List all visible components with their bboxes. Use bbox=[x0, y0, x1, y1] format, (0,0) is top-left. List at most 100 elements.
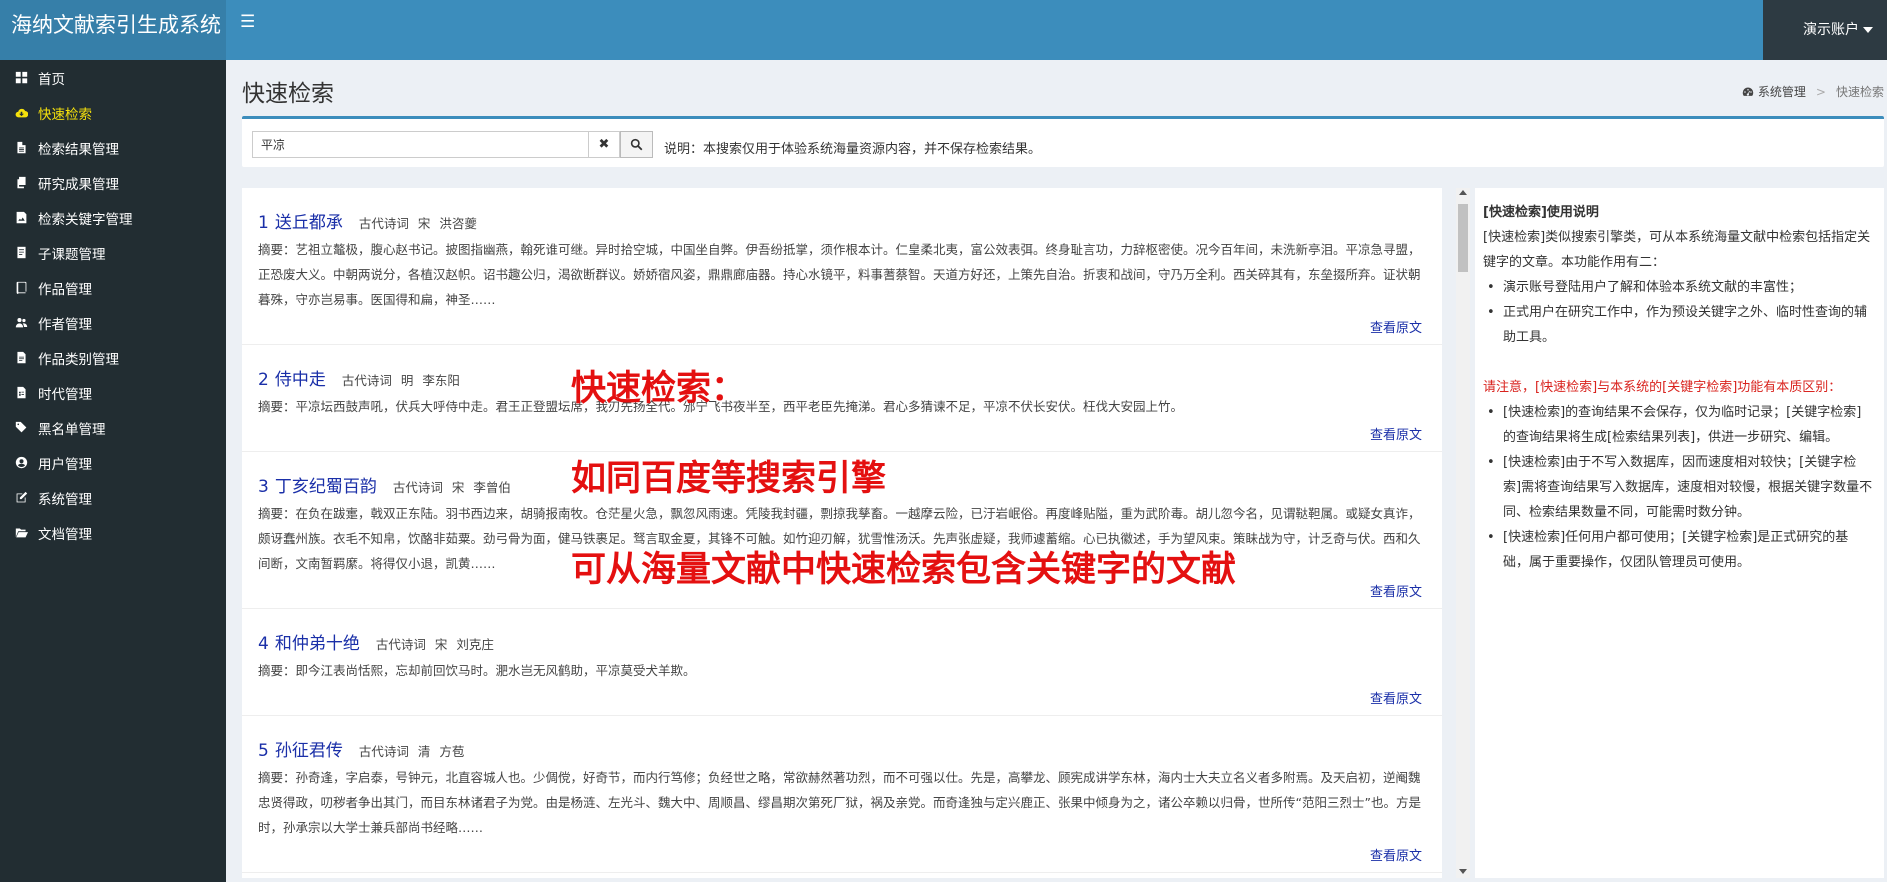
scroll-down-icon[interactable] bbox=[1459, 869, 1467, 874]
result-abstract: 摘要：即今江表尚恬熙，忘却前回饮马时。淝水岂无风鹤助，平凉莫受犬羊欺。 bbox=[258, 663, 696, 678]
result-header: 5 孙征君传 古代诗词清方苞 bbox=[258, 736, 1424, 761]
sidebar-item-11[interactable]: 用户管理 bbox=[0, 445, 226, 480]
results-scrollbar[interactable] bbox=[1456, 188, 1470, 878]
breadcrumb-system[interactable]: 系统管理 bbox=[1758, 83, 1806, 100]
view-original-link[interactable]: 查看原文 bbox=[258, 312, 1424, 344]
result-author: 李东阳 bbox=[422, 373, 460, 388]
folder-open-icon bbox=[14, 526, 28, 540]
result-title[interactable]: 和仲弟十绝 bbox=[275, 629, 360, 654]
result-title[interactable]: 孙征君传 bbox=[275, 736, 343, 761]
result-item: 4 和仲弟十绝 古代诗词宋刘克庄 摘要：即今江表尚恬熙，忘却前回饮马时。淝水岂无风鹤助… bbox=[242, 609, 1442, 716]
tags-icon bbox=[14, 421, 28, 435]
overlay-caption-3: 可从海量文献中快速检索包含关键字的文献 bbox=[571, 549, 1237, 590]
result-abstract: 摘要：平凉坛西鼓声吼，伏兵大呼侍中走。君王正登盟坛席，我刃先扬全代。邠宁飞书夜半… bbox=[258, 399, 1184, 414]
breadcrumb: 系统管理 > 快速检索 bbox=[1742, 83, 1884, 100]
top-navbar: 海纳文献索引生成系统 ☰ 演示账户 bbox=[0, 0, 1887, 60]
result-dynasty: 明 bbox=[400, 373, 414, 388]
view-original-link[interactable]: 查看原文 bbox=[258, 419, 1424, 451]
result-author: 方苞 bbox=[439, 744, 465, 759]
help-title: [快速检索]使用说明 bbox=[1483, 205, 1599, 220]
help-differences-list: [快速检索]的查询结果不会保存，仅为临时记录；[关键字检索]的查询结果将生成[检… bbox=[1483, 400, 1874, 575]
overlay-caption-1: 快速检索： bbox=[571, 368, 747, 409]
result-item: 1 送丘都承 古代诗词宋洪咨夔 摘要：艺祖立鼇极，腹心赵书记。披图指幽燕，翰死谁可继。… bbox=[242, 188, 1442, 345]
document-icon bbox=[14, 246, 28, 260]
copy-icon bbox=[14, 176, 28, 190]
file-text-icon bbox=[14, 351, 28, 365]
result-abstract: 摘要：孙奇逢，字启泰，号钟元，北直容城人也。少倜傥，好奇节，而内行笃修；负经世之… bbox=[258, 770, 1421, 835]
sidebar-item-label: 时代管理 bbox=[38, 386, 92, 403]
sidebar-item-6[interactable]: 作品管理 bbox=[0, 270, 226, 305]
sidebar-item-8[interactable]: 作品类别管理 bbox=[0, 340, 226, 375]
edit-icon bbox=[14, 491, 28, 505]
sidebar-item-7[interactable]: 作者管理 bbox=[0, 305, 226, 340]
file-icon bbox=[14, 141, 28, 155]
user-circle-icon bbox=[14, 456, 28, 470]
caret-down-icon bbox=[1863, 27, 1873, 33]
result-category: 古代诗词 bbox=[358, 744, 409, 759]
help-difference-item: [快速检索]由于不写入数据库，因而速度相对较快；[关键字检索]需将查询结果写入数… bbox=[1483, 450, 1874, 525]
result-item: 5 孙征君传 古代诗词清方苞 摘要：孙奇逢，字启泰，号钟元，北直容城人也。少倜傥，好奇… bbox=[242, 716, 1442, 873]
result-title[interactable]: 侍中走 bbox=[275, 365, 326, 390]
result-item: 6秋暮书怀古代诗词宋张舜民 bbox=[242, 873, 1442, 878]
sidebar-item-13[interactable]: 文档管理 bbox=[0, 515, 226, 550]
sidebar-item-label: 用户管理 bbox=[38, 456, 92, 473]
sidebar-item-label: 首页 bbox=[38, 71, 65, 88]
sidebar-item-4[interactable]: 检索关键字管理 bbox=[0, 200, 226, 235]
sidebar-toggle-icon[interactable]: ☰ bbox=[240, 12, 255, 32]
sidebar-item-1[interactable]: 快速检索 bbox=[0, 95, 226, 130]
image-file-icon bbox=[14, 211, 28, 225]
sidebar-item-5[interactable]: 子课题管理 bbox=[0, 235, 226, 270]
sidebar-item-label: 文档管理 bbox=[38, 526, 92, 543]
account-label: 演示账户 bbox=[1803, 22, 1859, 38]
sidebar-item-label: 系统管理 bbox=[38, 491, 92, 508]
result-header: 2 侍中走 古代诗词明李东阳 bbox=[258, 365, 1424, 390]
sidebar-item-label: 黑名单管理 bbox=[38, 421, 106, 438]
sidebar-item-label: 作品类别管理 bbox=[38, 351, 119, 368]
breadcrumb-separator: > bbox=[1815, 84, 1826, 99]
help-panel: [快速检索]使用说明 [快速检索]类似搜索引擎类，可从本系统海量文献中检索包括指… bbox=[1475, 188, 1884, 878]
sidebar-item-2[interactable]: 检索结果管理 bbox=[0, 130, 226, 165]
result-abstract: 摘要：艺祖立鼇极，腹心赵书记。披图指幽燕，翰死谁可继。异时拾空城，中国坐自弊。伊… bbox=[258, 242, 1421, 307]
view-original-link[interactable]: 查看原文 bbox=[258, 683, 1424, 715]
account-menu[interactable]: 演示账户 bbox=[1763, 0, 1887, 60]
scroll-up-icon[interactable] bbox=[1459, 190, 1467, 195]
users-icon bbox=[14, 316, 28, 330]
scroll-thumb[interactable] bbox=[1458, 204, 1468, 272]
app-logo[interactable]: 海纳文献索引生成系统 bbox=[0, 0, 226, 60]
search-input[interactable] bbox=[252, 131, 589, 158]
result-number: 4 bbox=[258, 634, 269, 654]
sidebar-item-10[interactable]: 黑名单管理 bbox=[0, 410, 226, 445]
view-original-link[interactable]: 查看原文 bbox=[258, 840, 1424, 872]
result-item: 2 侍中走 古代诗词明李东阳 摘要：平凉坛西鼓声吼，伏兵大呼侍中走。君王正登盟坛席，我… bbox=[242, 345, 1442, 452]
result-number: 2 bbox=[258, 370, 269, 390]
result-title[interactable]: 丁亥纪蜀百韵 bbox=[275, 472, 377, 497]
sidebar-item-12[interactable]: 系统管理 bbox=[0, 480, 226, 515]
result-number: 5 bbox=[258, 741, 269, 761]
dashboard-gauge-icon bbox=[1742, 86, 1754, 98]
result-dynasty: 宋 bbox=[434, 637, 448, 652]
sidebar-item-label: 快速检索 bbox=[38, 106, 92, 123]
result-author: 刘克庄 bbox=[456, 637, 494, 652]
sidebar-item-label: 作品管理 bbox=[38, 281, 92, 298]
result-header: 4 和仲弟十绝 古代诗词宋刘克庄 bbox=[258, 629, 1424, 654]
sidebar: 首页快速检索检索结果管理研究成果管理检索关键字管理 子课题管理作品管理作者管理作品… bbox=[0, 60, 226, 882]
result-dynasty: 宋 bbox=[417, 216, 431, 231]
result-category: 古代诗词 bbox=[358, 216, 409, 231]
result-category: 古代诗词 bbox=[392, 480, 443, 495]
dashboard-icon bbox=[14, 71, 28, 85]
sidebar-item-9[interactable]: 时代管理 bbox=[0, 375, 226, 410]
help-difference-item: [快速检索]任何用户都可使用；[关键字检索]是正式研究的基础，属于重要操作，仅团… bbox=[1483, 525, 1874, 575]
close-icon: ✖ bbox=[598, 137, 610, 152]
sidebar-item-label: 研究成果管理 bbox=[38, 176, 119, 193]
help-intro: [快速检索]类似搜索引擎类，可从本系统海量文献中检索包括指定关键字的文章。本功能… bbox=[1483, 230, 1871, 270]
breadcrumb-current: 快速检索 bbox=[1835, 85, 1884, 99]
sidebar-item-3[interactable]: 研究成果管理 bbox=[0, 165, 226, 200]
result-number: 1 bbox=[258, 213, 269, 233]
search-button[interactable] bbox=[620, 131, 653, 158]
sidebar-item-0[interactable]: 首页 bbox=[0, 60, 226, 95]
clear-button[interactable]: ✖ bbox=[589, 131, 620, 158]
help-difference-item: [快速检索]的查询结果不会保存，仅为临时记录；[关键字检索]的查询结果将生成[检… bbox=[1483, 400, 1874, 450]
help-uses-list: 演示账号登陆用户了解和体验本系统文献的丰富性； 正式用户在研究工作中，作为预设关… bbox=[1483, 275, 1874, 350]
sidebar-item-label: 作者管理 bbox=[38, 316, 92, 333]
result-title[interactable]: 送丘都承 bbox=[275, 208, 343, 233]
